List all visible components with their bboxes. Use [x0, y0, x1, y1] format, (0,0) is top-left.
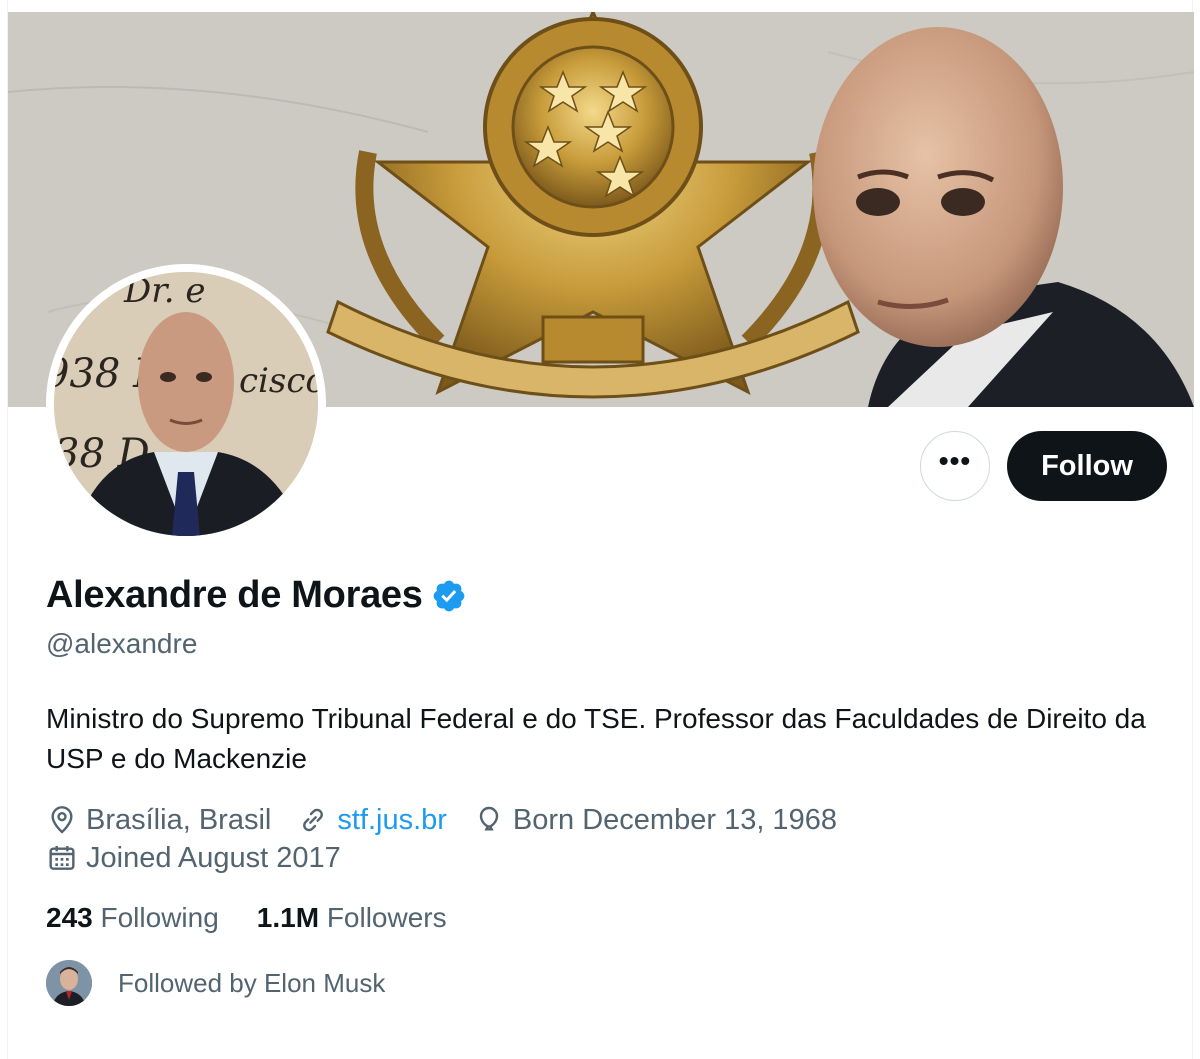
followers-stat[interactable]: 1.1M Followers: [257, 902, 447, 934]
user-handle: @alexandre: [46, 628, 198, 659]
profile-avatar[interactable]: 938 D cisco 38 D Dr. e: [46, 264, 326, 544]
location-item: Brasília, Brasil: [46, 804, 271, 837]
name-row: Alexandre de Moraes: [46, 574, 467, 617]
verified-badge-icon[interactable]: [431, 578, 467, 614]
followers-label: Followers: [326, 902, 447, 933]
birthday-item: Born December 13, 1968: [473, 804, 837, 837]
avatar-photo: 938 D cisco 38 D Dr. e: [54, 272, 318, 536]
profile-meta: Brasília, Brasil stf.jus.br Born Decembe…: [46, 801, 1166, 877]
followed-by[interactable]: Followed by Elon Musk: [46, 960, 385, 1006]
follow-button[interactable]: Follow: [1007, 431, 1167, 501]
website-item[interactable]: stf.jus.br: [297, 804, 447, 837]
display-name: Alexandre de Moraes: [46, 574, 423, 616]
followers-count: 1.1M: [256, 902, 320, 933]
joined-text: Joined August 2017: [86, 841, 341, 874]
link-icon: [303, 808, 324, 832]
follower-avatar[interactable]: [46, 960, 92, 1006]
website-link[interactable]: stf.jus.br: [337, 804, 447, 837]
calendar-icon: [49, 846, 75, 870]
svg-text:cisco: cisco: [239, 361, 318, 401]
location-text: Brasília, Brasil: [86, 803, 272, 836]
following-stat[interactable]: 243 Following: [46, 902, 219, 934]
profile-bio: Ministro do Supremo Tribunal Federal e d…: [46, 703, 1146, 774]
following-count: 243: [46, 902, 93, 933]
followed-by-text: Followed by Elon Musk: [118, 967, 386, 998]
svg-text:Dr. e: Dr. e: [123, 272, 206, 311]
location-pin-icon: [51, 806, 73, 834]
birthday-text: Born December 13, 1968: [512, 803, 837, 836]
following-label: Following: [100, 902, 219, 933]
follow-stats: 243 Following 1.1M Followers: [46, 902, 485, 934]
more-options-icon: •••: [938, 445, 972, 476]
profile-page: 938 D cisco 38 D Dr. e ••• Follow Alexan…: [7, 0, 1194, 1059]
balloon-icon: [479, 806, 499, 831]
joined-item: Joined August 2017: [46, 842, 341, 875]
more-options-button[interactable]: •••: [920, 431, 990, 501]
